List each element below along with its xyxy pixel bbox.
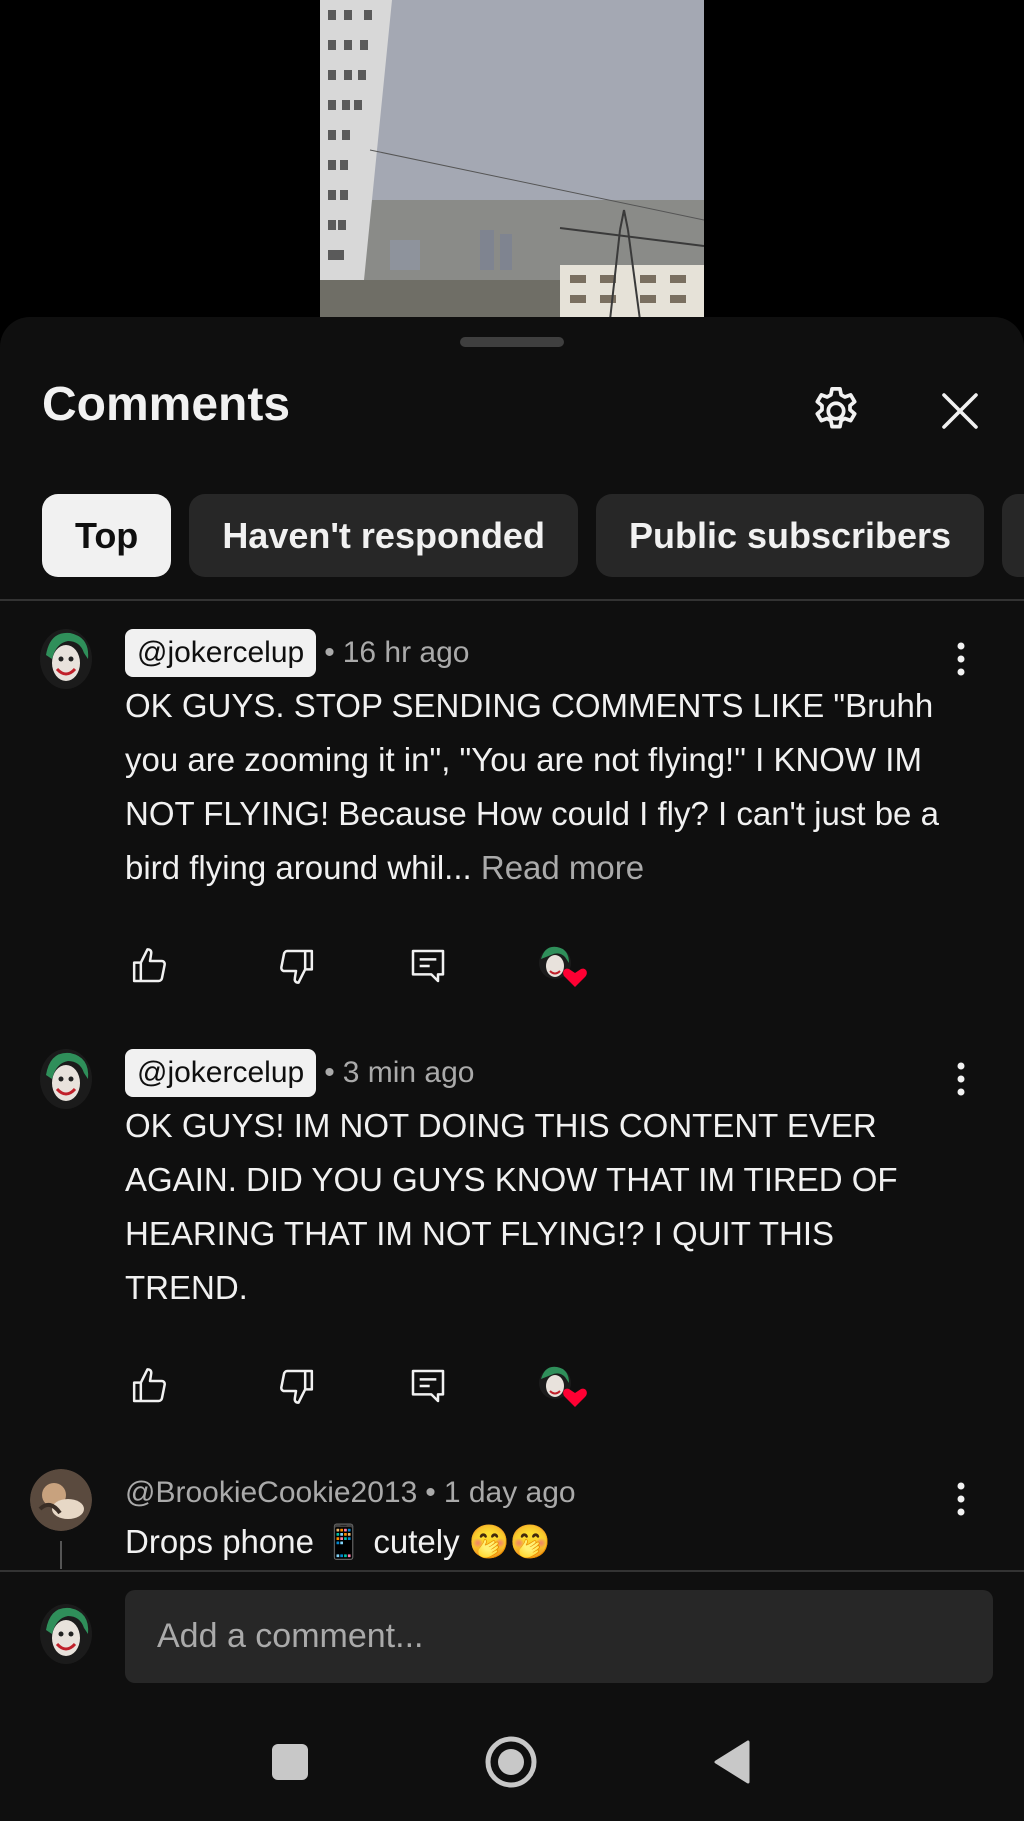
thumbs-down-icon xyxy=(280,949,314,984)
video-player[interactable] xyxy=(0,0,1024,320)
current-user-avatar xyxy=(40,1604,92,1664)
thumbs-up-icon xyxy=(132,1368,166,1403)
filter-chips: TopHaven't respondedPublic subscribersQ xyxy=(42,494,1024,577)
add-comment-input[interactable]: Add a comment... xyxy=(125,1590,993,1683)
home-icon xyxy=(485,1736,537,1788)
read-more-link[interactable]: Read more xyxy=(481,849,644,886)
like-button[interactable] xyxy=(125,941,175,991)
user-avatar-icon xyxy=(30,1469,92,1531)
settings-button[interactable] xyxy=(804,379,868,443)
joker-avatar-icon xyxy=(40,1049,92,1109)
meta-separator: • xyxy=(324,636,335,669)
thumbs-down-icon xyxy=(280,1369,314,1404)
more-vert-icon xyxy=(957,1482,965,1516)
joker-avatar-icon xyxy=(40,629,92,689)
close-icon xyxy=(942,393,978,429)
comment-time: 1 day ago xyxy=(443,1476,576,1509)
back-button[interactable] xyxy=(700,1730,764,1794)
avatar[interactable] xyxy=(40,1049,92,1109)
more-vert-icon xyxy=(957,1062,965,1096)
reply-comment-icon xyxy=(411,1369,445,1403)
more-vert-icon xyxy=(957,642,965,676)
city-skyline-image xyxy=(320,0,704,320)
divider xyxy=(0,599,1024,601)
avatar[interactable] xyxy=(30,1469,92,1531)
comment-meta: @jokercelup • 16 hr ago xyxy=(125,629,470,677)
thumbs-up-icon xyxy=(132,948,166,983)
video-thumbnail[interactable] xyxy=(320,0,704,320)
recents-button[interactable] xyxy=(258,1730,322,1794)
comment-text: Drops phone 📱 cutely 🤭🤭 xyxy=(125,1523,551,1560)
dislike-button[interactable] xyxy=(271,941,321,991)
chip-top[interactable]: Top xyxy=(42,494,172,577)
recents-icon xyxy=(272,1744,308,1780)
comment-time: 3 min ago xyxy=(342,1056,475,1089)
comment-actions xyxy=(125,941,725,991)
reply-button[interactable] xyxy=(403,1361,453,1411)
chip-havent-responded[interactable]: Haven't responded xyxy=(189,494,578,577)
meta-separator: • xyxy=(324,1056,335,1089)
system-nav-bar xyxy=(0,1700,1024,1821)
drag-handle[interactable] xyxy=(460,337,564,347)
joker-avatar-icon xyxy=(40,1604,92,1664)
avatar[interactable] xyxy=(40,629,92,689)
comment-text: OK GUYS. STOP SENDING COMMENTS LIKE "Bru… xyxy=(125,679,955,895)
back-triangle-icon xyxy=(714,1740,750,1784)
meta-separator: • xyxy=(425,1476,436,1509)
chip-overflow[interactable]: Q xyxy=(1002,494,1024,577)
dislike-button[interactable] xyxy=(271,1361,321,1411)
author-handle[interactable]: @jokercelup xyxy=(125,629,317,677)
thread-line xyxy=(60,1541,62,1569)
comment-time: 16 hr ago xyxy=(342,636,470,669)
gear-icon xyxy=(815,386,857,429)
creator-heart-badge xyxy=(531,1361,591,1411)
reply-comment-icon xyxy=(411,949,445,983)
comment-meta: @jokercelup • 3 min ago xyxy=(125,1049,474,1097)
home-button[interactable] xyxy=(479,1730,543,1794)
like-button[interactable] xyxy=(125,1361,175,1411)
comment-item: @BrookieCookie2013 • 1 day ago Drops pho… xyxy=(0,1469,1024,1569)
creator-heart-badge xyxy=(531,941,591,991)
comment-meta: @BrookieCookie2013 • 1 day ago xyxy=(125,1469,576,1517)
creator-heart-icon xyxy=(539,946,587,987)
comment-text: OK GUYS! IM NOT DOING THIS CONTENT EVER … xyxy=(125,1107,898,1306)
author-handle[interactable]: @BrookieCookie2013 xyxy=(125,1476,417,1510)
comments-title: Comments xyxy=(42,378,291,431)
author-handle[interactable]: @jokercelup xyxy=(125,1049,317,1097)
creator-heart-icon xyxy=(539,1366,587,1407)
reply-button[interactable] xyxy=(403,941,453,991)
comment-actions xyxy=(125,1361,725,1411)
close-button[interactable] xyxy=(928,379,992,443)
chip-public-subscribers[interactable]: Public subscribers xyxy=(595,494,985,577)
